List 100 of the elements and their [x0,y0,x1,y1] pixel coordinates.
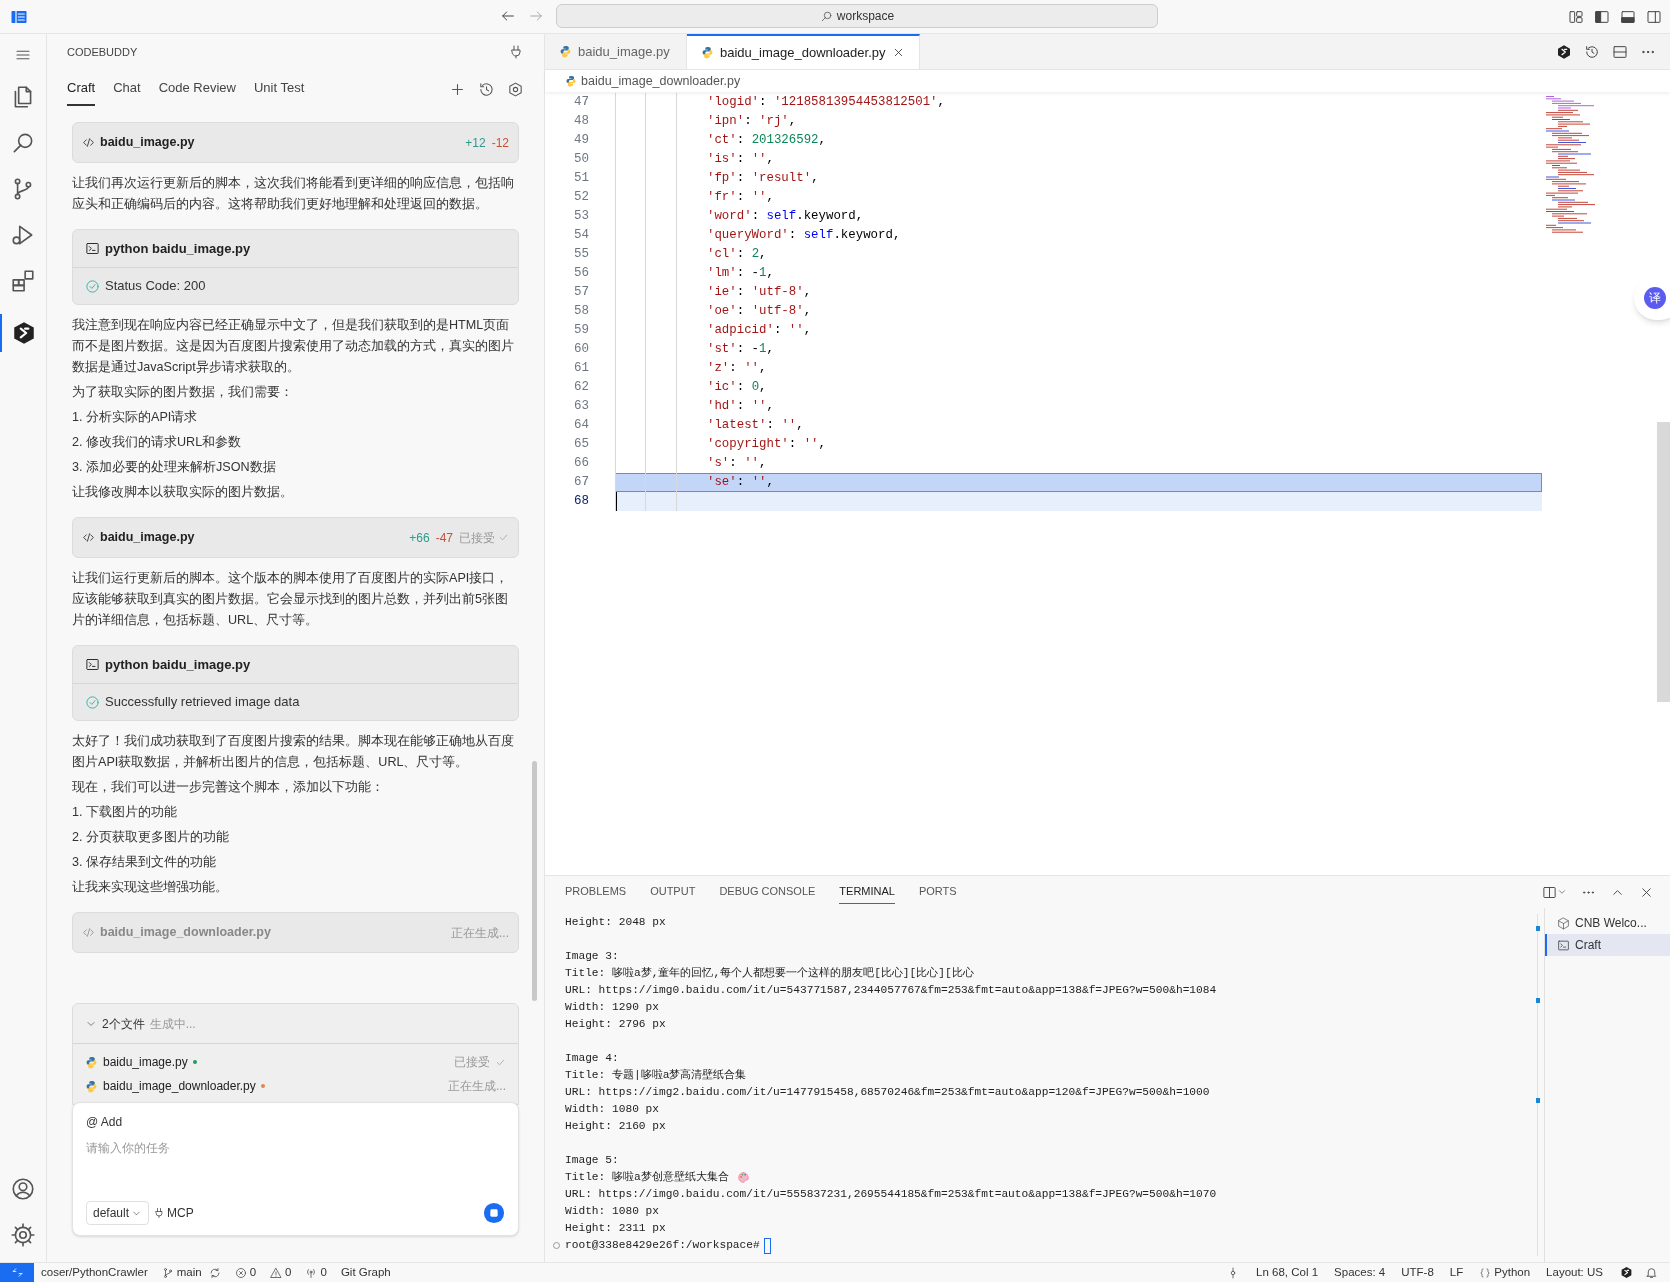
panel-tab[interactable]: OUTPUT [650,880,696,904]
panel-tab[interactable]: DEBUG CONSOLE [719,880,816,904]
chat-paragraph: 1. 下载图片的功能 [72,804,178,821]
mcp-button[interactable]: MCP [153,1204,194,1222]
terminal-line: Image 3: [565,949,619,964]
line-number: 63 [573,398,589,416]
code-line: 'ipn': 'rj', [706,113,797,131]
line-number: 51 [573,170,589,188]
terminal-line: URL: https://img0.baidu.com/it/u=555837231,2695544185&fm=253&fmt=auto&app=138&f=JPEG?w=500&h=1070 [565,1187,1217,1202]
codebuddy-logo-icon[interactable] [1556,43,1572,60]
split-terminal-button[interactable] [1542,884,1567,900]
back-arrow-icon[interactable] [500,8,516,24]
terminal-line: Width: 1080 px [565,1102,659,1117]
chat-paragraph: 让我们再次运行更新后的脚本，这次我们将能看到更详细的响应信息，包括响应头和正确编码后的内容。这将帮助我们更好地理解和处理返回的数据。 [72,175,515,213]
terminal-icon [85,657,100,672]
file-change-card[interactable]: baidu_image.py +66 -47 已接受 [72,517,519,558]
add-context-button[interactable]: @ Add [86,1113,123,1131]
chat-paragraph: 太好了！我们成功获取到了百度图片搜索的结果。脚本现在能够正确地从百度图片API获取数据，并解析出图片的信息，包括标题、URL、尺寸等。 [72,733,515,771]
history-icon[interactable] [478,80,495,98]
model-dropdown[interactable]: default [86,1201,150,1225]
chevron-down-icon [1557,887,1567,897]
account-icon[interactable] [10,1176,36,1202]
remote-button[interactable] [0,1262,34,1282]
status-item[interactable]: UTF-8 [1396,1263,1439,1282]
status-item[interactable]: Python [1474,1263,1536,1282]
status-item[interactable]: 0 [265,1263,297,1282]
line-number: 60 [573,341,589,359]
bell-icon[interactable] [1645,1266,1658,1279]
translate-button[interactable]: 译 [1644,287,1666,309]
stop-button-icon[interactable] [483,1202,505,1224]
code-line: 'ct': 201326592, [706,132,826,150]
status-item[interactable]: main [156,1263,226,1282]
panel-tab[interactable]: Chat [113,72,141,106]
code-line: 'queryWord': self.keyword, [706,227,901,245]
change-status: 正在生成... [451,924,509,942]
settings-icon[interactable] [10,1222,36,1248]
secondary-sidebar-icon[interactable] [1646,8,1662,25]
sync-icon [208,1266,221,1279]
code-line: 'is': '', [706,151,774,169]
terminal-line: URL: https://img0.baidu.com/it/u=543771587,2344057767&fm=253&fmt=auto&app=138&f=JPEG?w=500&h=1084 [565,983,1217,998]
code-line: 'ie': 'utf-8', [706,284,812,302]
settings-icon[interactable] [507,80,524,98]
chat-paragraph: 让我修改脚本以获取实际的图片数据。 [72,484,294,501]
breadcrumb-item[interactable]: baidu_image_downloader.py [581,71,741,91]
layout-icon[interactable] [1568,8,1584,25]
line-number: 49 [573,132,589,150]
code-icon [82,136,95,149]
panel-tab[interactable]: Unit Test [253,72,305,106]
line-number: 61 [573,360,589,378]
codebuddy-logo-icon[interactable] [11,320,37,346]
panel-tab[interactable]: PORTS [918,880,957,904]
sidebar-toggle-icon[interactable] [1594,8,1610,25]
scrollbar-thumb[interactable] [1657,422,1670,702]
scrollbar-thumb[interactable] [532,761,537,1001]
plug-icon[interactable] [508,44,524,60]
line-number: 56 [573,265,589,283]
chat-paragraph: 1. 分析实际的API请求 [72,409,199,426]
terminal-line: Image 5: [565,1153,619,1168]
panel-title: CODEBUDDY [67,44,138,60]
editor-tab[interactable]: baidu_image_downloader.py [687,34,920,69]
split-editor-icon[interactable] [1612,43,1628,60]
panel-tab[interactable]: Craft [67,72,96,106]
line-number: 52 [573,189,589,207]
status-item[interactable]: Git Graph [335,1263,396,1282]
code-line: 'word': self.keyword, [706,208,864,226]
status-item[interactable]: LF [1444,1263,1469,1282]
python-file-icon [85,1055,98,1069]
extensions-icon[interactable] [10,268,36,294]
terminal-list-item[interactable]: CNB Welco... [1545,912,1670,934]
file-change-card[interactable]: baidu_image.py +12 -12 [72,122,519,163]
terminal-list-item[interactable]: Craft [1545,934,1670,956]
chat-paragraph: 3. 添加必要的处理来解析JSON数据 [72,459,277,476]
error-icon [234,1266,247,1279]
chat-paragraph: 3. 保存结果到文件的功能 [72,854,217,871]
history-icon[interactable] [1584,43,1600,60]
line-number: 50 [573,151,589,169]
lines-added: +12 [465,134,486,152]
command-search-field[interactable]: workspace [556,4,1158,28]
status-item[interactable]: 0 [300,1263,332,1282]
code-line: 's': '', [706,455,767,473]
panel-tab[interactable]: Code Review [158,72,236,106]
files-count: 2个文件 [102,1015,145,1033]
file-name[interactable]: baidu_image_downloader.py [103,1077,256,1095]
status-item[interactable]: coser/PythonCrawler [36,1263,153,1282]
code-line: 'z': '', [706,360,767,378]
terminal-prompt: root@338e8429e26f:/workspace# [565,1238,760,1253]
status-item[interactable]: Layout: US [1541,1263,1608,1282]
status-item[interactable]: 0 [229,1263,262,1282]
file-name[interactable]: baidu_image.py [103,1053,188,1071]
chat-paragraph: 让我们运行更新后的脚本。这个版本的脚本使用了百度图片的实际API接口，应该能够获取到真实的图片数据。它会显示找到的图片总数，并列出前5张图片的详细信息，包括标题、URL、尺寸等。 [72,570,510,629]
terminal-line: Width: 1290 px [565,1000,659,1015]
status-item[interactable]: Ln 68, Col 1 [1251,1263,1324,1282]
warning-icon [270,1266,283,1279]
code-line: 'lm': -1, [706,265,774,283]
codebuddy-logo-icon[interactable] [1620,1266,1633,1279]
panel-tab[interactable]: TERMINAL [839,880,895,904]
task-input-field[interactable]: 请输入你的任务 [86,1139,505,1157]
panel-tab[interactable]: PROBLEMS [565,880,627,904]
status-item[interactable]: Spaces: 4 [1329,1263,1391,1282]
panel-toggle-icon[interactable] [1620,8,1636,25]
